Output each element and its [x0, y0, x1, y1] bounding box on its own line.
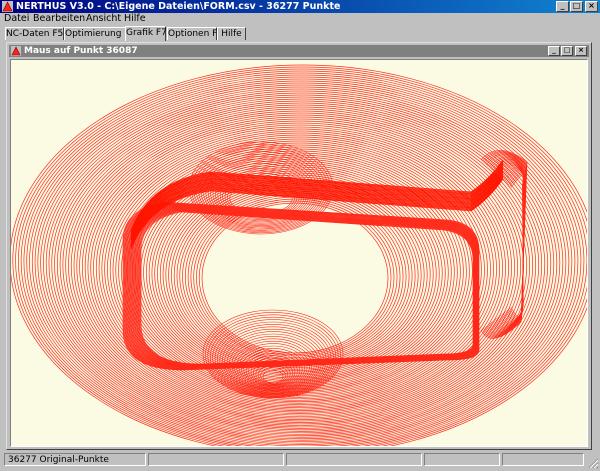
tab-optimierung[interactable]: Optimierung F6: [64, 27, 135, 40]
child-close-button[interactable]: ×: [575, 46, 587, 56]
wireframe-3d-plot[interactable]: [11, 60, 587, 446]
maximize-icon: □: [572, 1, 581, 10]
graphic-canvas[interactable]: [10, 59, 588, 447]
status-pane-5: [502, 453, 584, 466]
maximize-icon: □: [563, 46, 571, 54]
menu-bearbeiten[interactable]: Bearbeiten: [33, 13, 85, 25]
status-pane-points: 36277 Original-Punkte: [4, 453, 146, 466]
close-button[interactable]: ×: [585, 1, 598, 12]
app-title-bar[interactable]: NERTHUS V3.0 - C:\Eigene Dateien\FORM.cs…: [0, 0, 600, 13]
app-icon[interactable]: [2, 1, 13, 12]
menu-ansicht[interactable]: Ansicht: [86, 13, 121, 25]
cavity-contour: [137, 209, 475, 366]
child-title-bar[interactable]: Maus auf Punkt 36087 _ □ ×: [9, 45, 589, 57]
graphic-child-window: Maus auf Punkt 36087 _ □ ×: [6, 42, 592, 450]
close-icon: ×: [578, 46, 584, 54]
tab-label: Hilfe: [221, 29, 242, 39]
minimize-icon: _: [552, 46, 556, 54]
minimize-button[interactable]: _: [556, 1, 569, 12]
child-window-icon[interactable]: [11, 46, 21, 56]
menu-bar: Datei Bearbeiten Ansicht Hilfe: [0, 13, 600, 25]
tab-grafik[interactable]: Grafik F7: [125, 26, 167, 41]
status-bar: 36277 Original-Punkte: [0, 451, 600, 471]
child-minimize-button[interactable]: _: [548, 46, 560, 56]
tab-strip: NC-Daten F5 Optimierung F6 Grafik F7 Opt…: [0, 26, 600, 41]
status-pane-4: [424, 453, 500, 466]
tab-label: NC-Daten F5: [6, 29, 64, 39]
menu-datei[interactable]: Datei: [4, 13, 29, 25]
tab-optionen[interactable]: Optionen F8: [167, 27, 223, 40]
menu-hilfe[interactable]: Hilfe: [124, 13, 146, 25]
child-title: Maus auf Punkt 36087: [24, 46, 138, 56]
status-pane-3: [286, 453, 422, 466]
resize-grip-icon[interactable]: [587, 457, 599, 469]
minimize-icon: _: [560, 1, 565, 10]
close-icon: ×: [588, 1, 595, 10]
maximize-button[interactable]: □: [570, 1, 583, 12]
app-title: NERTHUS V3.0 - C:\Eigene Dateien\FORM.cs…: [16, 1, 341, 12]
tab-nc-daten[interactable]: NC-Daten F5: [5, 27, 64, 40]
tab-label: Optionen F8: [168, 29, 224, 39]
status-pane-2: [148, 453, 284, 466]
tab-hilfe[interactable]: Hilfe: [217, 27, 246, 40]
cavity-contour: [130, 205, 477, 368]
child-maximize-button[interactable]: □: [561, 46, 573, 56]
tab-label: Grafik F7: [126, 28, 167, 38]
